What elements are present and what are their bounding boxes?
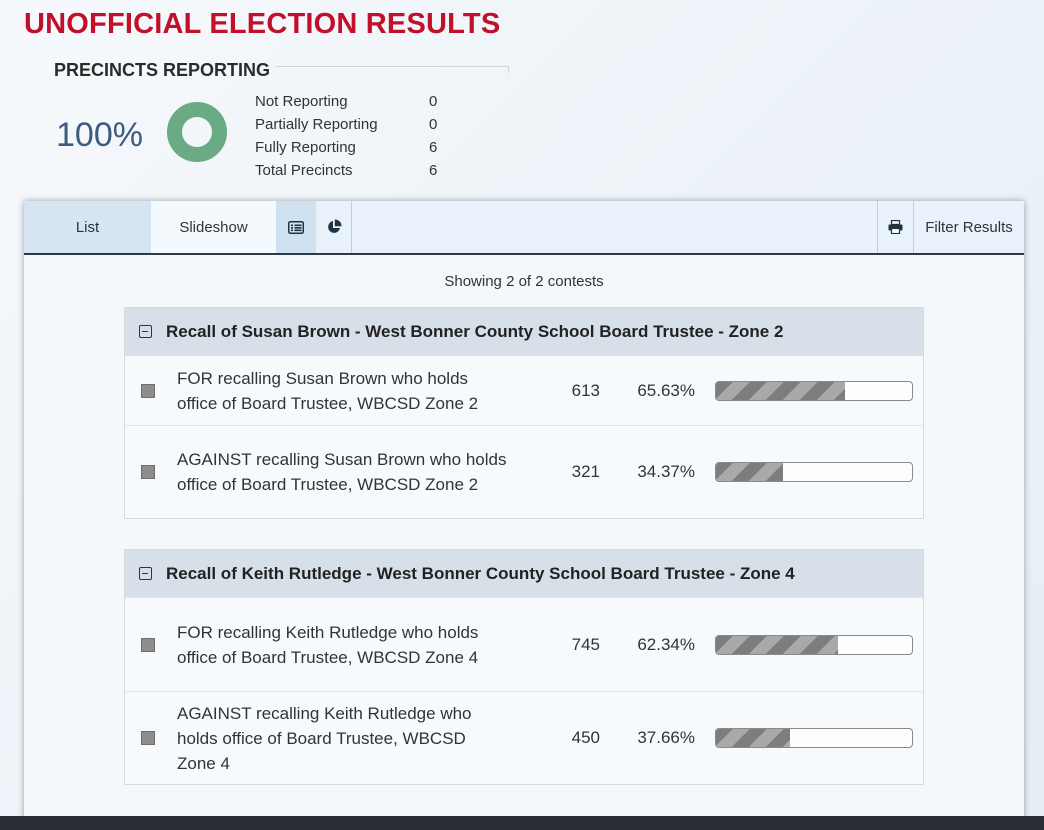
collapse-icon[interactable] — [139, 325, 152, 338]
page-title: UNOFFICIAL ELECTION RESULTS — [24, 8, 501, 40]
precincts-heading-rule — [276, 66, 509, 73]
stat-label: Fully Reporting — [255, 139, 356, 156]
choice-progress-bar — [715, 462, 913, 482]
showing-count: Showing 2 of 2 contests — [444, 273, 604, 290]
contest-card: Recall of Keith Rutledge - West Bonner C… — [124, 549, 924, 785]
precincts-donut-chart — [167, 102, 227, 162]
os-taskbar — [0, 816, 1044, 830]
choice-percent: 34.37% — [637, 462, 695, 481]
stat-row: Not Reporting 0 — [255, 90, 449, 113]
results-panel: List Slideshow Filter Results Showing 2 … — [24, 201, 1024, 830]
choice-votes: 745 — [571, 634, 600, 654]
print-button[interactable] — [877, 201, 914, 253]
choice-row: AGAINST recalling Susan Brown who holds … — [125, 425, 923, 518]
precincts-percent: 100% — [56, 116, 143, 154]
stat-label: Partially Reporting — [255, 116, 378, 133]
contest-header[interactable]: Recall of Susan Brown - West Bonner Coun… — [125, 308, 923, 355]
choice-row: FOR recalling Susan Brown who holds offi… — [125, 355, 923, 425]
contest-title: Recall of Susan Brown - West Bonner Coun… — [166, 321, 784, 341]
choice-name: AGAINST recalling Keith Rutledge who hol… — [177, 703, 472, 773]
choice-name: AGAINST recalling Susan Brown who holds … — [177, 450, 507, 494]
choice-name: FOR recalling Susan Brown who holds offi… — [177, 368, 479, 413]
chart-view-button[interactable] — [316, 201, 352, 253]
tab-list-label: List — [75, 218, 100, 236]
precincts-stats: Not Reporting 0 Partially Reporting 0 Fu… — [255, 90, 449, 182]
contest-card: Recall of Susan Brown - West Bonner Coun… — [124, 307, 924, 519]
print-icon — [888, 220, 903, 234]
choice-progress-fill — [716, 381, 845, 400]
stat-label: Total Precincts — [255, 162, 353, 179]
list-view-button[interactable] — [276, 201, 316, 253]
list-view-icon — [288, 220, 304, 234]
choice-progress-bar — [715, 380, 913, 401]
stat-value: 0 — [429, 116, 438, 133]
choice-votes: 613 — [571, 380, 600, 400]
stat-row: Total Precincts 6 — [255, 159, 449, 182]
contest-title: Recall of Keith Rutledge - West Bonner C… — [166, 563, 795, 583]
choice-color-swatch — [141, 465, 155, 479]
choice-percent: 65.63% — [637, 380, 695, 400]
choice-progress-fill — [716, 729, 790, 747]
choice-row: AGAINST recalling Keith Rutledge who hol… — [125, 691, 923, 784]
choice-row: FOR recalling Keith Rutledge who holds o… — [125, 597, 923, 691]
contest-header[interactable]: Recall of Keith Rutledge - West Bonner C… — [125, 550, 923, 597]
view-tab-bar: List Slideshow Filter Results — [24, 201, 1024, 255]
tab-slideshow[interactable]: Slideshow — [151, 201, 276, 253]
stat-value: 0 — [429, 93, 438, 110]
choice-color-swatch — [141, 731, 155, 745]
collapse-icon[interactable] — [139, 567, 152, 580]
tab-slideshow-label: Slideshow — [179, 218, 248, 236]
choice-votes: 321 — [571, 462, 600, 481]
stat-row: Fully Reporting 6 — [255, 136, 449, 159]
choice-color-swatch — [141, 383, 155, 398]
choice-votes: 450 — [571, 728, 600, 747]
stat-value: 6 — [429, 139, 438, 156]
stat-row: Partially Reporting 0 — [255, 113, 449, 136]
choice-percent: 37.66% — [637, 728, 695, 747]
filter-results-button[interactable]: Filter Results — [914, 201, 1024, 253]
choice-progress-fill — [716, 463, 784, 481]
precincts-heading: PRECINCTS REPORTING — [54, 60, 271, 80]
choice-percent: 62.34% — [637, 634, 695, 654]
filter-results-label: Filter Results — [925, 218, 1013, 236]
stat-label: Not Reporting — [255, 93, 348, 110]
stat-value: 6 — [429, 162, 438, 179]
pie-chart-icon — [327, 219, 342, 233]
choice-progress-bar — [715, 634, 913, 655]
choice-name: FOR recalling Keith Rutledge who holds o… — [177, 622, 479, 667]
choice-progress-fill — [716, 635, 839, 654]
tab-list[interactable]: List — [24, 201, 151, 253]
choice-color-swatch — [141, 637, 155, 652]
choice-progress-bar — [715, 728, 913, 748]
